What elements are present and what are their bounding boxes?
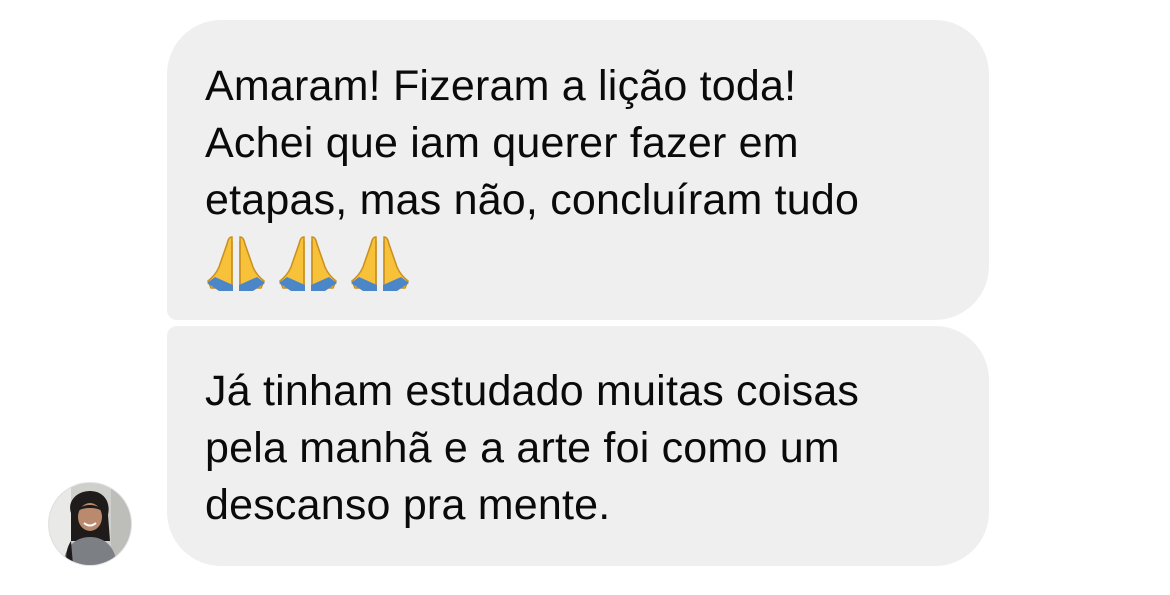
folded-hands-icon bbox=[349, 233, 411, 293]
message-text-line: Já tinham estudado muitas coisas bbox=[205, 367, 860, 415]
emoji-row bbox=[205, 233, 951, 293]
sender-avatar[interactable] bbox=[49, 483, 131, 565]
avatar-photo bbox=[49, 483, 131, 565]
message-text-line: etapas, mas não, concluíram tudo bbox=[205, 176, 860, 224]
message-text-line: pela manhã e a arte foi como um bbox=[205, 424, 840, 472]
message-thread: Amaram! Fizeram a lição toda! Achei que … bbox=[0, 0, 1170, 595]
message-bubble[interactable]: Amaram! Fizeram a lição toda! Achei que … bbox=[167, 20, 989, 320]
folded-hands-icon bbox=[277, 233, 339, 293]
folded-hands-icon bbox=[205, 233, 267, 293]
message-text-line: Achei que iam querer fazer em bbox=[205, 119, 799, 167]
message-bubble[interactable]: Já tinham estudado muitas coisas pela ma… bbox=[167, 326, 989, 566]
message-text-line: descanso pra mente. bbox=[205, 481, 611, 529]
message-text-line: Amaram! Fizeram a lição toda! bbox=[205, 62, 797, 110]
